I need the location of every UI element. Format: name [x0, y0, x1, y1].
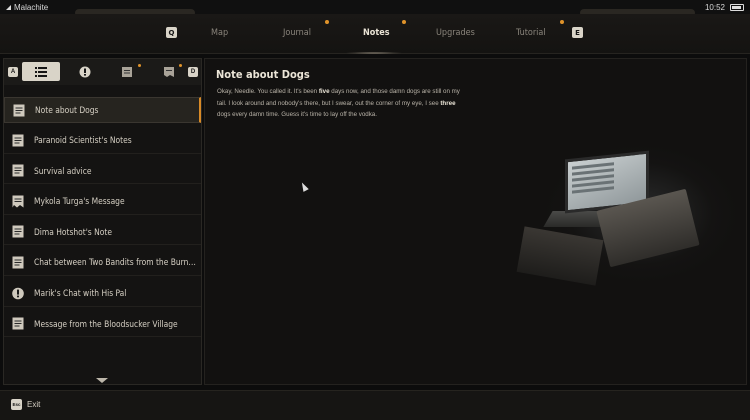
notes-list: Note about Dogs Paranoid Scientist's Not… — [4, 97, 201, 342]
tab-journal[interactable]: Journal — [283, 28, 311, 38]
prev-tab-key[interactable]: Q — [166, 27, 177, 38]
note-body-text: Okay, Needle. You called it. It's been — [217, 88, 319, 95]
list-item[interactable]: Dima Hotshot's Note — [4, 219, 201, 246]
note-body-emphasis: five — [318, 88, 330, 95]
scroll-down-arrow-icon[interactable] — [96, 378, 108, 383]
tab-upgrades[interactable]: Upgrades — [436, 28, 475, 38]
list-item-label: Mykola Turga's Message — [34, 196, 125, 207]
list-item-label: Message from the Bloodsucker Village — [34, 318, 178, 329]
note-icon — [12, 225, 24, 238]
list-item-label: Note about Dogs — [35, 105, 99, 115]
journal-notification-dot — [325, 20, 329, 24]
note-icon — [12, 317, 24, 330]
notes-filter-dot — [138, 64, 141, 67]
tab-tutorial[interactable]: Tutorial — [516, 28, 546, 38]
note-detail-panel: Note about Dogs Okay, Needle. You called… — [204, 58, 747, 385]
next-filter-key[interactable]: D — [188, 67, 198, 77]
esc-key[interactable]: Esc — [11, 399, 22, 410]
next-tab-key[interactable]: E — [572, 27, 583, 38]
list-item-label: Marik's Chat with His Pal — [34, 288, 127, 299]
notes-list-panel: A D Note about Dogs Paranoid Scientist's… — [3, 58, 202, 385]
list-item-label: Paranoid Scientist's Notes — [34, 135, 132, 146]
note-body-text: dogs every damn time. Guess it's time to… — [217, 111, 377, 118]
note-icon — [13, 104, 25, 116]
note-illustration — [510, 137, 746, 307]
alert-icon — [79, 66, 91, 77]
torn-note-icon — [12, 195, 24, 208]
torn-note-icon — [164, 66, 174, 77]
list-item-label: Survival advice — [34, 165, 92, 176]
footer-bar: Esc Exit — [0, 390, 750, 420]
filter-torn-notes[interactable] — [150, 62, 188, 81]
list-item-label: Dima Hotshot's Note — [34, 226, 112, 237]
battery-icon — [730, 4, 744, 11]
exit-button[interactable]: Exit — [27, 400, 40, 409]
filter-bar: A D — [4, 59, 201, 85]
note-icon — [122, 66, 132, 77]
carrier: Malachite — [6, 3, 48, 12]
filter-important[interactable] — [66, 62, 104, 81]
note-body-emphasis: three — [440, 99, 456, 107]
filter-all[interactable] — [22, 62, 60, 81]
list-icon — [35, 66, 47, 77]
note-icon — [12, 256, 24, 269]
active-tab-indicator — [345, 52, 403, 54]
list-item[interactable]: Marik's Chat with His Pal — [4, 281, 201, 307]
notes-notification-dot — [402, 20, 406, 24]
alert-icon — [12, 287, 24, 299]
clock: 10:52 — [704, 3, 725, 12]
list-item-label: Chat between Two Bandits from the Burnt.… — [34, 257, 196, 268]
status-bar: Malachite 10:52 — [0, 0, 750, 17]
list-item[interactable]: Chat between Two Bandits from the Burnt.… — [4, 250, 201, 276]
prev-filter-key[interactable]: A — [8, 67, 18, 77]
status-right: 10:52 — [705, 3, 744, 12]
note-icon — [12, 164, 24, 177]
list-item[interactable]: Paranoid Scientist's Notes — [4, 128, 201, 154]
top-nav: Q Map Journal Notes Upgrades Tutorial E — [0, 14, 750, 54]
note-title: Note about Dogs — [216, 68, 310, 81]
carrier-label: Malachite — [14, 3, 49, 12]
note-icon — [12, 134, 24, 147]
list-item[interactable]: Survival advice — [4, 158, 201, 185]
tab-notes[interactable]: Notes — [363, 28, 390, 38]
list-item[interactable]: Mykola Turga's Message — [4, 189, 201, 215]
tutorial-notification-dot — [560, 20, 564, 24]
list-item[interactable]: Note about Dogs — [4, 97, 201, 123]
torn-filter-dot — [179, 64, 182, 67]
tab-map[interactable]: Map — [211, 28, 228, 38]
signal-icon — [6, 5, 11, 10]
list-item[interactable]: Message from the Bloodsucker Village — [4, 311, 201, 338]
note-body: Okay, Needle. You called it. It's been f… — [217, 86, 467, 121]
